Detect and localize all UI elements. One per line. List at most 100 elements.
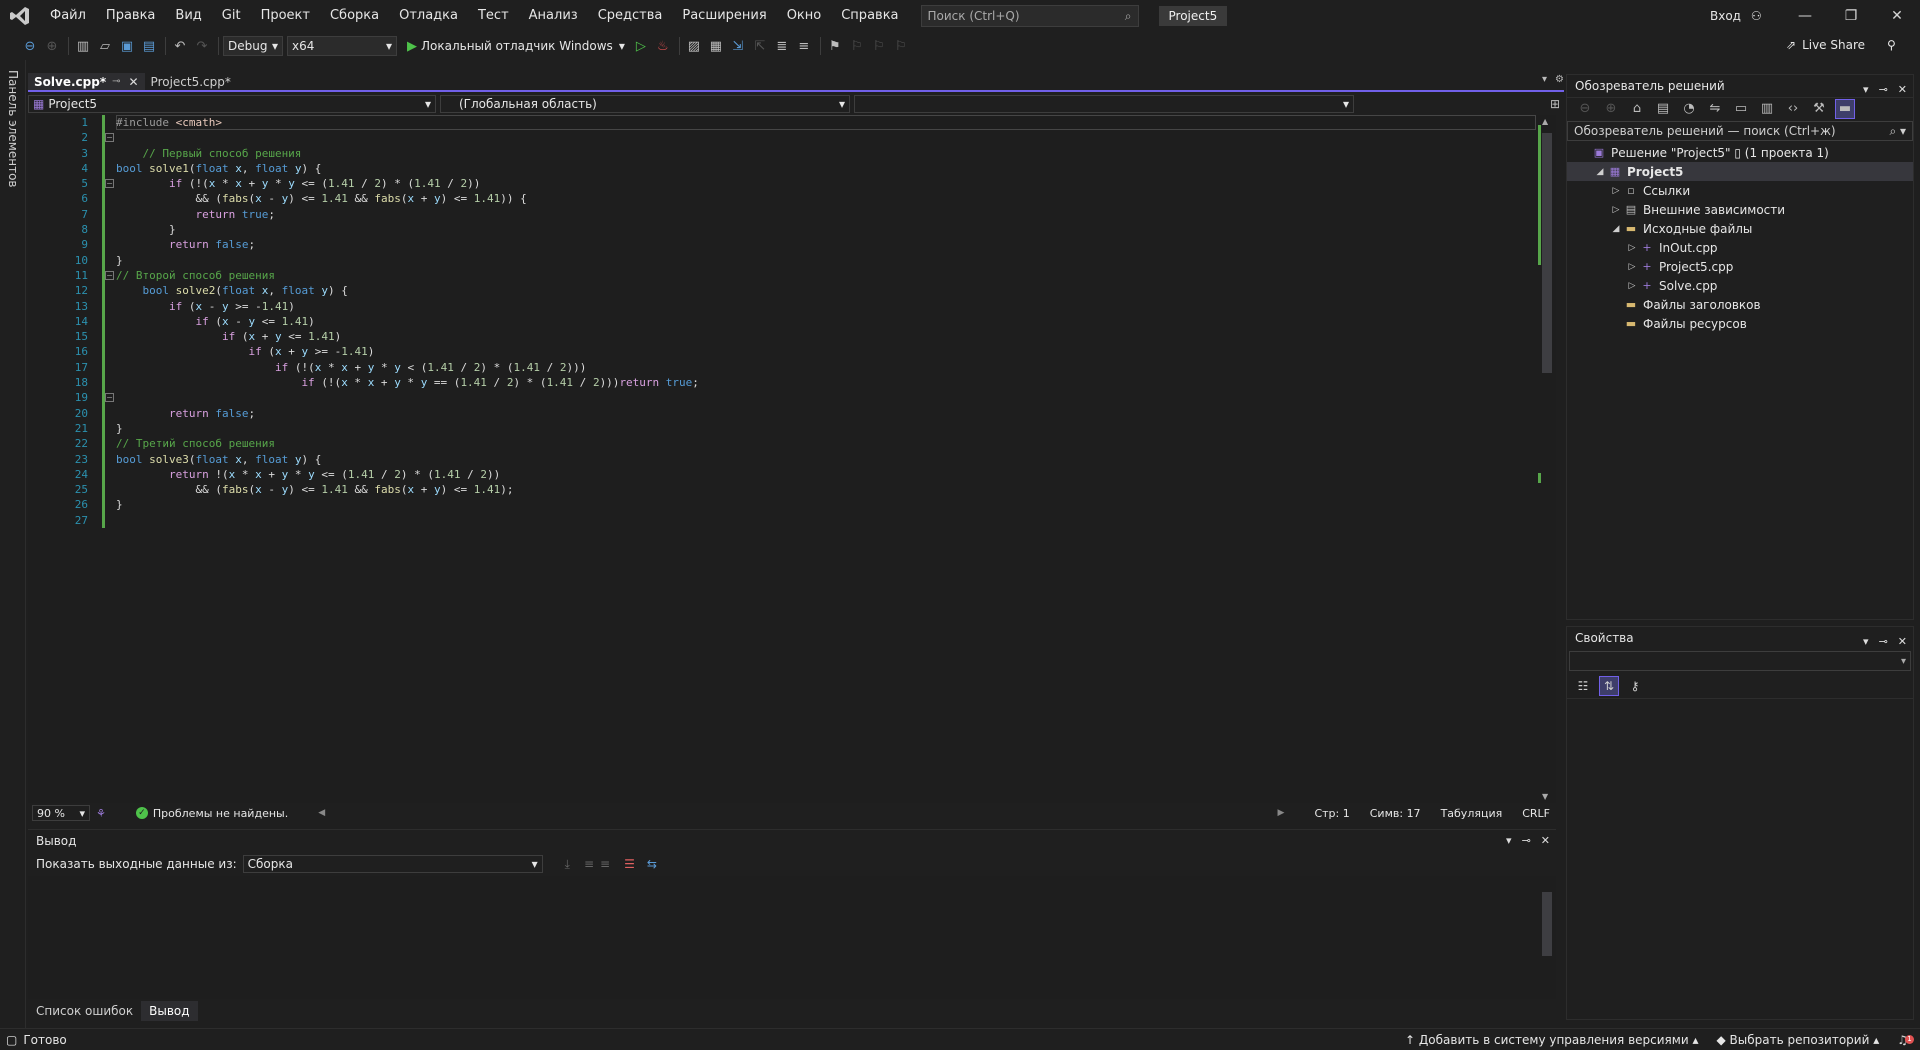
scroll-down-icon[interactable]: ▼ xyxy=(1542,792,1548,801)
menu-item[interactable]: Проект xyxy=(251,0,320,32)
prev-message-icon[interactable]: ≡ xyxy=(584,857,594,871)
fold-toggle-icon[interactable]: − xyxy=(105,179,114,188)
code-line[interactable]: return true; xyxy=(116,207,1536,222)
expand-arrow-icon[interactable]: ▷ xyxy=(1625,262,1639,272)
scroll-right-icon[interactable]: ▶ xyxy=(1278,808,1285,818)
code-line[interactable] xyxy=(116,513,1536,528)
code-line[interactable]: } xyxy=(116,222,1536,237)
tab-error-list[interactable]: Список ошибок xyxy=(28,1001,141,1021)
search-box[interactable]: Поиск (Ctrl+Q) ⌕ xyxy=(920,5,1139,27)
output-scrollbar[interactable] xyxy=(1538,878,1556,982)
tree-item[interactable]: ▬ Файлы заголовков xyxy=(1567,295,1913,314)
notifications-button[interactable]: ♫ 1 xyxy=(1897,1033,1914,1047)
fold-toggle-icon[interactable]: − xyxy=(105,133,114,142)
next-bookmark-icon[interactable]: ⚐ xyxy=(869,36,889,56)
issues-indicator[interactable]: ✓ Проблемы не найдены. xyxy=(135,807,288,820)
expand-arrow-icon[interactable]: ◢ xyxy=(1609,224,1623,234)
solution-search-input[interactable]: Обозреватель решений — поиск (Ctrl+ж) xyxy=(1574,124,1836,138)
fold-toggle-icon[interactable]: − xyxy=(105,393,114,402)
code-line[interactable]: && (fabs(x - y) <= 1.41 && fabs(x + y) <… xyxy=(116,482,1536,497)
solution-configurations-icon[interactable]: ▨ xyxy=(684,36,704,56)
feedback-icon[interactable]: ⚲ xyxy=(1887,38,1896,52)
next-message-icon[interactable]: ≡ xyxy=(600,857,610,871)
code-line[interactable]: // Второй способ решения xyxy=(116,268,1536,283)
properties-object-select[interactable]: ▾ xyxy=(1569,651,1911,671)
code-line[interactable]: if (!(x * x + y * y < (1.41 / 2) * (1.41… xyxy=(116,360,1536,375)
expand-arrow-icon[interactable]: ▷ xyxy=(1625,281,1639,291)
menu-item[interactable]: Справка xyxy=(831,0,908,32)
code-line[interactable] xyxy=(116,130,1536,145)
scrollbar-thumb[interactable] xyxy=(1542,133,1552,373)
output-source-select[interactable]: Сборка ▾ xyxy=(242,855,543,873)
toolbox-label[interactable]: Панель элементов xyxy=(6,70,20,188)
view-code-icon[interactable]: ‹› xyxy=(1783,99,1803,119)
menu-item[interactable]: Отладка xyxy=(389,0,468,32)
add-to-source-control-button[interactable]: ↑ Добавить в систему управления версиями… xyxy=(1405,1033,1698,1047)
split-editor-icon[interactable]: ⊞ xyxy=(1550,97,1564,111)
menu-item[interactable]: Вид xyxy=(165,0,211,32)
platform-select[interactable]: x64 ▾ xyxy=(287,36,397,56)
select-repository-button[interactable]: ◆ Выбрать репозиторий ▴ xyxy=(1716,1033,1879,1047)
project-scope-select[interactable]: ▦ Project5 ▾ xyxy=(28,95,436,113)
toolbox-strip[interactable]: Панель элементов xyxy=(0,60,26,1028)
gear-icon[interactable]: ⚙ xyxy=(1555,74,1564,85)
login-button[interactable]: Вход ⚇ xyxy=(1710,0,1762,32)
code-line[interactable] xyxy=(116,390,1536,405)
undo-icon[interactable]: ↶ xyxy=(170,36,190,56)
code-line[interactable]: } xyxy=(116,497,1536,512)
code-line[interactable]: if (x - y >= -1.41) xyxy=(116,299,1536,314)
code-line[interactable]: if (!(x * x + y * y <= (1.41 / 2) * (1.4… xyxy=(116,176,1536,191)
menu-item[interactable]: Сборка xyxy=(320,0,389,32)
chevron-down-icon[interactable]: ▾ xyxy=(1863,79,1869,101)
tree-item[interactable]: ▷ + InOut.cpp xyxy=(1567,238,1913,257)
scroll-left-icon[interactable]: ◀ xyxy=(318,808,325,818)
uncomment-lines-icon[interactable]: ≡ xyxy=(794,36,814,56)
configuration-select[interactable]: Debug ▾ xyxy=(223,36,283,56)
categorized-icon[interactable]: ☷ xyxy=(1573,676,1593,696)
chevron-down-icon[interactable]: ▾ xyxy=(1863,631,1869,653)
pin-icon[interactable]: ⊸ xyxy=(1522,834,1531,847)
menu-item[interactable]: Git xyxy=(212,0,251,32)
tab-list-dropdown-icon[interactable]: ▾ xyxy=(1542,74,1547,85)
vertical-scrollbar[interactable]: ▼ ▲ xyxy=(1538,115,1556,803)
property-pages-icon[interactable]: ⚷ xyxy=(1625,676,1645,696)
code-line[interactable]: bool solve2(float x, float y) { xyxy=(116,283,1536,298)
find-message-icon[interactable]: ⤓ xyxy=(565,857,570,872)
code-line[interactable]: // Третий способ решения xyxy=(116,436,1536,451)
step-over-icon[interactable]: ⇱ xyxy=(750,36,770,56)
code-line[interactable]: if (x + y <= 1.41) xyxy=(116,329,1536,344)
start-without-debugging-icon[interactable]: ▷ xyxy=(631,36,651,56)
zoom-select[interactable]: 90 % ▾ xyxy=(32,805,90,821)
clear-all-icon[interactable]: ☰ xyxy=(624,857,635,871)
code-line[interactable]: // Первый способ решения xyxy=(116,146,1536,161)
tree-item[interactable]: ▷ ▫ Ссылки xyxy=(1567,181,1913,200)
close-icon[interactable]: ✕ xyxy=(1541,834,1550,847)
layout-icon[interactable]: ▦ xyxy=(706,36,726,56)
indent-indicator[interactable]: Табуляция xyxy=(1441,807,1503,820)
code-line[interactable]: return false; xyxy=(116,237,1536,252)
intellicode-icon[interactable]: ⚘ xyxy=(96,807,106,820)
code-line[interactable]: bool solve1(float x, float y) { xyxy=(116,161,1536,176)
tree-item[interactable]: ◢ ▦ Project5 xyxy=(1567,162,1913,181)
code-text[interactable]: #include <cmath> // Первый способ решени… xyxy=(116,115,1536,528)
pending-changes-icon[interactable]: ◔ xyxy=(1679,99,1699,119)
menu-item[interactable]: Тест xyxy=(468,0,519,32)
save-icon[interactable]: ▣ xyxy=(117,36,137,56)
close-icon[interactable]: ✕ xyxy=(128,75,138,89)
minimize-button[interactable]: — xyxy=(1782,0,1828,32)
tab-output[interactable]: Вывод xyxy=(141,1001,198,1021)
home-icon[interactable]: ⌂ xyxy=(1627,99,1647,119)
save-all-icon[interactable]: ▤ xyxy=(139,36,159,56)
word-wrap-icon[interactable]: ⇆ xyxy=(647,857,657,871)
prev-bookmark-icon[interactable]: ⚐ xyxy=(847,36,867,56)
code-line[interactable]: if (!(x * x + y * y == (1.41 / 2) * (1.4… xyxy=(116,375,1536,390)
restore-button[interactable]: ❐ xyxy=(1828,0,1874,32)
step-icon[interactable]: ⇲ xyxy=(728,36,748,56)
code-line[interactable]: if (x + y >= -1.41) xyxy=(116,344,1536,359)
pin-icon[interactable]: ⊸ xyxy=(112,76,120,87)
code-line[interactable]: bool solve3(float x, float y) { xyxy=(116,452,1536,467)
tab-solve-cpp[interactable]: Solve.cpp* ⊸ ✕ xyxy=(28,73,145,90)
tree-item[interactable]: ◢ ▬ Исходные файлы xyxy=(1567,219,1913,238)
expand-arrow-icon[interactable]: ▷ xyxy=(1625,243,1639,253)
code-line[interactable]: return false; xyxy=(116,406,1536,421)
